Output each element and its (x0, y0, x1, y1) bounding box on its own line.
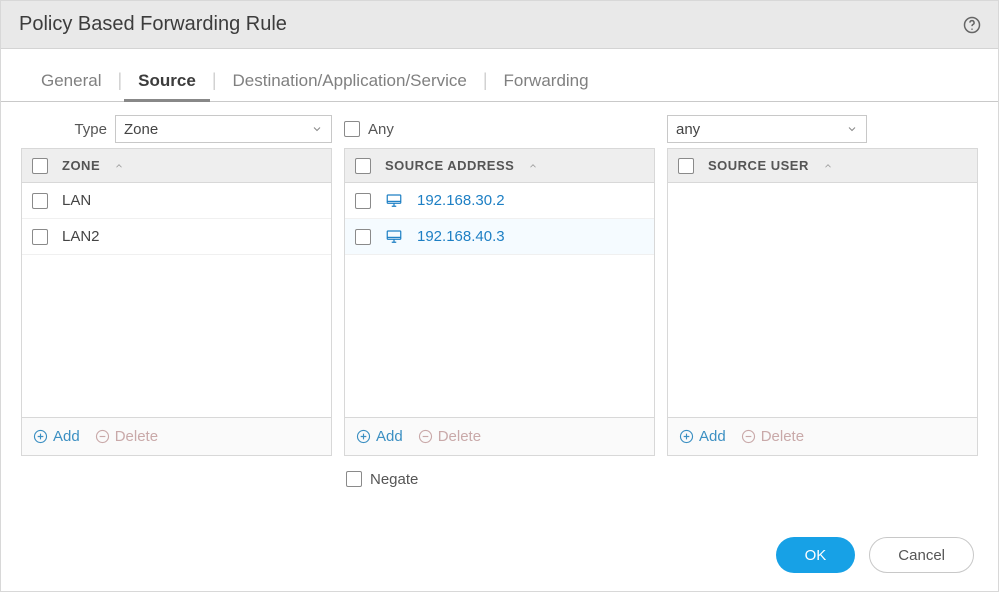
dialog-title: Policy Based Forwarding Rule (19, 13, 962, 36)
tab-general[interactable]: General (27, 65, 115, 101)
type-select-value: Zone (124, 121, 158, 138)
source-address-table: Source Address 192.168.30.2 192.168.40 (344, 148, 655, 418)
dialog-footer: OK Cancel (776, 537, 974, 573)
zone-column: Type Zone Zone LAN (21, 114, 332, 494)
source-user-select-all-checkbox[interactable] (678, 158, 694, 174)
type-select[interactable]: Zone (115, 115, 332, 143)
any-checkbox[interactable] (344, 121, 360, 137)
pbf-rule-dialog: Policy Based Forwarding Rule General | S… (0, 0, 999, 592)
tab-separator: | (481, 70, 490, 97)
source-address-select-all-checkbox[interactable] (355, 158, 371, 174)
delete-button[interactable]: Delete (417, 428, 481, 445)
zone-table-footer: Add Delete (21, 418, 332, 456)
delete-button[interactable]: Delete (740, 428, 804, 445)
ok-button[interactable]: OK (776, 537, 856, 573)
zone-table: Zone LAN LAN2 (21, 148, 332, 418)
zone-table-header: Zone (22, 149, 331, 183)
table-row[interactable]: LAN (22, 183, 331, 219)
address-cell[interactable]: 192.168.40.3 (417, 228, 505, 245)
tab-content-source: Type Zone Zone LAN (1, 102, 998, 494)
negate-checkbox[interactable] (346, 471, 362, 487)
table-row[interactable]: LAN2 (22, 219, 331, 255)
source-user-table-footer: Add Delete (667, 418, 978, 456)
chevron-down-icon (311, 123, 323, 135)
add-button[interactable]: Add (355, 428, 403, 445)
tab-forwarding[interactable]: Forwarding (490, 65, 603, 101)
cancel-button[interactable]: Cancel (869, 537, 974, 573)
source-address-table-header: Source Address (345, 149, 654, 183)
sort-ascending-icon (823, 161, 833, 171)
plus-circle-icon (355, 428, 372, 445)
row-checkbox[interactable] (32, 193, 48, 209)
add-button[interactable]: Add (32, 428, 80, 445)
source-address-column: Any Source Address 192.168.30.2 (344, 114, 655, 494)
tab-separator: | (115, 70, 124, 97)
source-user-header-label[interactable]: Source User (708, 158, 809, 173)
source-user-table-header: Source User (668, 149, 977, 183)
minus-circle-icon (417, 428, 434, 445)
source-user-column: any Source User Add (667, 114, 978, 494)
host-icon (385, 228, 403, 246)
tabs: General | Source | Destination/Applicati… (1, 49, 998, 102)
table-row[interactable]: 192.168.40.3 (345, 219, 654, 255)
any-label: Any (368, 121, 394, 138)
source-address-table-footer: Add Delete (344, 418, 655, 456)
table-row[interactable]: 192.168.30.2 (345, 183, 654, 219)
row-checkbox[interactable] (355, 229, 371, 245)
row-checkbox[interactable] (355, 193, 371, 209)
tab-separator: | (210, 70, 219, 97)
row-checkbox[interactable] (32, 229, 48, 245)
tab-destination-application-service[interactable]: Destination/Application/Service (219, 65, 481, 101)
zone-select-all-checkbox[interactable] (32, 158, 48, 174)
negate-label: Negate (370, 471, 418, 488)
minus-circle-icon (740, 428, 757, 445)
titlebar: Policy Based Forwarding Rule (1, 1, 998, 49)
delete-button[interactable]: Delete (94, 428, 158, 445)
host-icon (385, 192, 403, 210)
sort-ascending-icon (114, 161, 124, 171)
plus-circle-icon (32, 428, 49, 445)
minus-circle-icon (94, 428, 111, 445)
sort-ascending-icon (528, 161, 538, 171)
tab-source[interactable]: Source (124, 65, 210, 101)
source-user-select[interactable]: any (667, 115, 867, 143)
help-icon[interactable] (962, 15, 982, 35)
zone-header-label[interactable]: Zone (62, 158, 100, 173)
address-cell[interactable]: 192.168.30.2 (417, 192, 505, 209)
zone-cell: LAN2 (62, 228, 100, 245)
add-button[interactable]: Add (678, 428, 726, 445)
source-user-table: Source User (667, 148, 978, 418)
plus-circle-icon (678, 428, 695, 445)
zone-cell: LAN (62, 192, 91, 209)
type-label: Type (21, 121, 107, 138)
chevron-down-icon (846, 123, 858, 135)
source-address-header-label[interactable]: Source Address (385, 158, 514, 173)
source-user-select-value: any (676, 121, 700, 138)
